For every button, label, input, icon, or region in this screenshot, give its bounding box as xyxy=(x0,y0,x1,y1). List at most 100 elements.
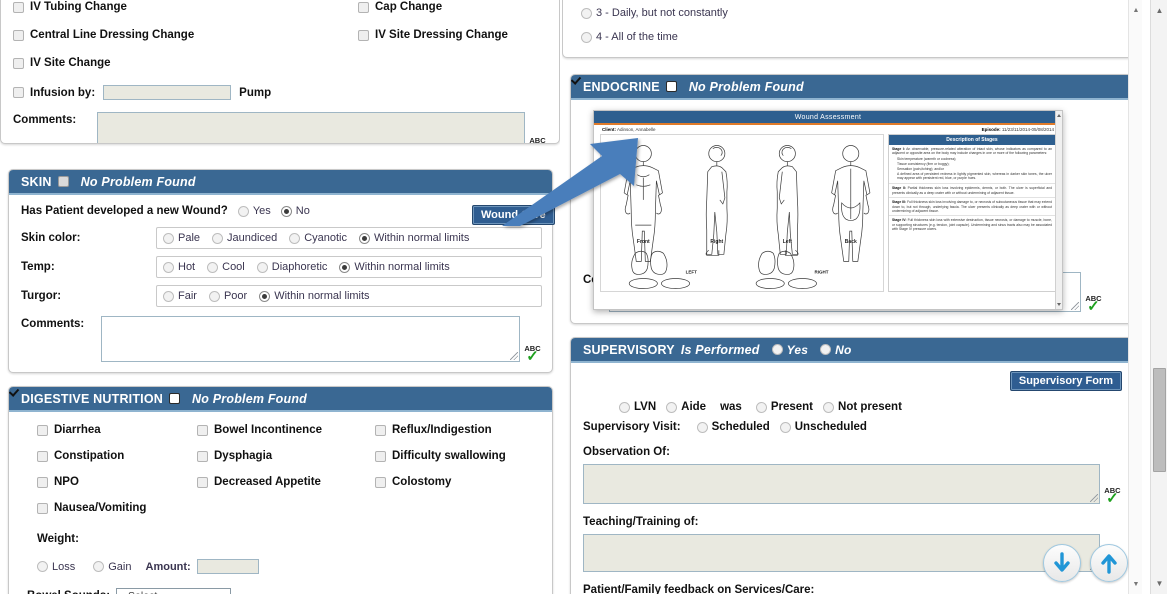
checkbox-box[interactable] xyxy=(358,29,369,41)
checkbox-central-line-dressing-change[interactable]: Central Line Dressing Change xyxy=(13,29,358,41)
wound-popup-scrollbar[interactable] xyxy=(1055,111,1062,309)
radio-frequency-4[interactable]: 4 - All of the time xyxy=(581,31,1129,43)
radio-dot[interactable] xyxy=(259,290,271,302)
radio-weight-loss[interactable]: Loss xyxy=(37,561,75,573)
checkbox-box[interactable] xyxy=(375,476,386,488)
checkbox-box[interactable] xyxy=(13,57,24,69)
checkbox-decreased-appetite[interactable]: Decreased Appetite xyxy=(197,476,375,488)
radio-dot[interactable] xyxy=(289,232,301,244)
checkbox-box[interactable] xyxy=(358,1,369,13)
checkbox-box[interactable] xyxy=(197,476,208,488)
radio-dot[interactable] xyxy=(93,561,105,572)
page-scroll-down-icon[interactable]: ▼ xyxy=(1151,575,1167,592)
iv-comments-textarea[interactable] xyxy=(97,112,525,143)
spellcheck-icon[interactable]: ABC ✓ xyxy=(1084,295,1103,315)
radio-dot[interactable] xyxy=(163,261,174,273)
scroll-down-arrow-icon[interactable]: ▼ xyxy=(1129,577,1142,591)
checkbox-box[interactable] xyxy=(13,87,24,98)
radio-dot[interactable] xyxy=(212,232,224,244)
checkbox-box[interactable] xyxy=(37,450,48,462)
radio-dot[interactable] xyxy=(207,261,219,273)
checkbox-box[interactable] xyxy=(37,424,48,436)
radio-dot[interactable] xyxy=(755,401,767,413)
body-diagram-area[interactable]: Front Right Left Back LEFT RIGHT xyxy=(600,134,884,292)
radio-dot[interactable] xyxy=(208,290,220,302)
scroll-up-arrow-icon[interactable]: ▲ xyxy=(1129,3,1142,17)
page-scrollbar[interactable]: ▲ ▼ xyxy=(1150,0,1167,594)
radio-dot[interactable] xyxy=(339,261,351,273)
radio-not-present[interactable]: Not present xyxy=(823,401,902,413)
radio-frequency-3[interactable]: 3 - Daily, but not constantly xyxy=(581,7,1129,19)
wound-care-button[interactable]: Wound Care xyxy=(472,205,555,225)
skin-comments-textarea[interactable] xyxy=(101,316,520,362)
amount-input[interactable] xyxy=(196,559,259,574)
radio-new-wound-yes[interactable]: Yes xyxy=(237,205,271,217)
checkbox-box[interactable] xyxy=(13,29,24,41)
checkbox-iv-site-dressing-change[interactable]: IV Site Dressing Change xyxy=(358,29,547,41)
checkbox-dysphagia[interactable]: Dysphagia xyxy=(197,450,375,462)
radio-skin-wnl[interactable]: Within normal limits xyxy=(358,232,469,244)
scroll-up-button[interactable] xyxy=(1090,544,1128,582)
checkbox-reflux-indigestion[interactable]: Reflux/Indigestion xyxy=(375,424,542,436)
radio-dot[interactable] xyxy=(358,232,370,244)
radio-dot[interactable] xyxy=(820,344,832,355)
radio-turgor-poor[interactable]: Poor xyxy=(208,290,247,302)
radio-temp-diaphoretic[interactable]: Diaphoretic xyxy=(256,261,327,273)
radio-dot[interactable] xyxy=(696,421,708,433)
spellcheck-icon[interactable]: ABC ✓ xyxy=(528,137,547,144)
radio-present[interactable]: Present xyxy=(755,401,813,413)
radio-dot[interactable] xyxy=(771,344,783,355)
radio-temp-wnl[interactable]: Within normal limits xyxy=(339,261,450,273)
form-scrollbar[interactable]: ▲ ▼ xyxy=(1128,0,1142,594)
radio-visit-unscheduled[interactable]: Unscheduled xyxy=(779,421,867,433)
checkbox-box[interactable] xyxy=(197,424,208,436)
checkbox-box[interactable] xyxy=(197,450,208,462)
digestive-no-problem-checkbox[interactable] xyxy=(169,393,181,404)
radio-dot[interactable] xyxy=(823,401,835,413)
radio-visit-scheduled[interactable]: Scheduled xyxy=(696,421,770,433)
radio-performed-no[interactable]: No xyxy=(820,343,851,357)
checkbox-box[interactable] xyxy=(13,1,24,13)
radio-performed-yes[interactable]: Yes xyxy=(771,343,809,357)
radio-skin-cyanotic[interactable]: Cyanotic xyxy=(289,232,347,244)
radio-weight-gain[interactable]: Gain xyxy=(93,561,132,573)
infusion-by-input[interactable] xyxy=(103,85,232,100)
endocrine-no-problem-checkbox[interactable] xyxy=(665,81,677,92)
checkbox-npo[interactable]: NPO xyxy=(37,476,197,488)
skin-no-problem-checkbox[interactable] xyxy=(57,176,69,187)
radio-dot[interactable] xyxy=(37,561,48,572)
checkbox-iv-tubing-change[interactable]: IV Tubing Change xyxy=(13,1,358,13)
checkbox-cap-change[interactable]: Cap Change xyxy=(358,1,547,13)
radio-dot[interactable] xyxy=(163,232,174,244)
radio-staff-aide[interactable]: Aide xyxy=(666,401,706,413)
radio-dot[interactable] xyxy=(163,290,174,302)
radio-dot[interactable] xyxy=(581,7,592,19)
supervisory-form-button[interactable]: Supervisory Form xyxy=(1009,371,1122,391)
radio-dot[interactable] xyxy=(619,401,630,413)
checkbox-colostomy[interactable]: Colostomy xyxy=(375,476,542,488)
checkbox-nausea-vomiting[interactable]: Nausea/Vomiting xyxy=(37,502,197,514)
observation-textarea[interactable] xyxy=(583,464,1100,504)
checkbox-box[interactable] xyxy=(375,450,386,462)
checkbox-diarrhea[interactable]: Diarrhea xyxy=(37,424,197,436)
page-scroll-up-icon[interactable]: ▲ xyxy=(1151,2,1167,19)
spellcheck-icon[interactable]: ABC ✓ xyxy=(523,345,542,365)
radio-turgor-fair[interactable]: Fair xyxy=(163,290,197,302)
radio-dot[interactable] xyxy=(666,401,678,413)
checkbox-iv-site-change[interactable]: IV Site Change xyxy=(13,57,358,69)
radio-staff-lvn[interactable]: LVN xyxy=(619,401,656,413)
radio-temp-cool[interactable]: Cool xyxy=(207,261,245,273)
radio-skin-jaundiced[interactable]: Jaundiced xyxy=(212,232,277,244)
radio-skin-pale[interactable]: Pale xyxy=(163,232,200,244)
spellcheck-icon[interactable]: ABC ✓ xyxy=(1103,487,1122,507)
radio-dot[interactable] xyxy=(256,261,268,273)
checkbox-constipation[interactable]: Constipation xyxy=(37,450,197,462)
checkbox-bowel-incontinence[interactable]: Bowel Incontinence xyxy=(197,424,375,436)
infusion-by-row[interactable]: Infusion by: Pump xyxy=(13,85,358,100)
scroll-down-button[interactable] xyxy=(1043,544,1081,582)
radio-dot[interactable] xyxy=(581,31,592,43)
page-scrollbar-thumb[interactable] xyxy=(1153,368,1166,472)
teaching-textarea[interactable] xyxy=(583,534,1100,572)
radio-dot[interactable] xyxy=(280,205,292,217)
radio-new-wound-no[interactable]: No xyxy=(280,205,310,217)
